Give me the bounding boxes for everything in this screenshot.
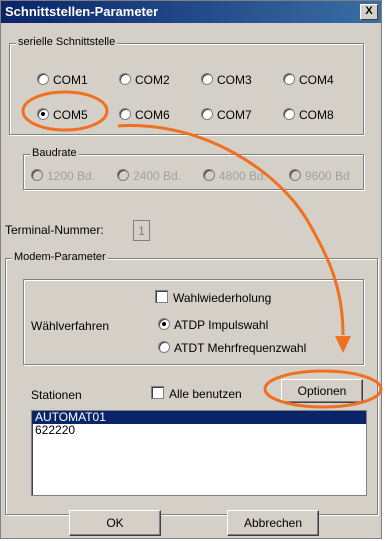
- checkbox-label: Alle benutzen: [169, 387, 242, 401]
- radio-baud-9600[interactable]: 9600 Bd: [289, 169, 350, 183]
- radio-label: ATDT Mehrfrequenzwahl: [174, 341, 307, 355]
- radio-indicator: [283, 73, 295, 85]
- radio-label: ATDP Impulswahl: [174, 318, 269, 332]
- radio-label: 9600 Bd: [305, 169, 350, 183]
- radio-com6[interactable]: COM6: [119, 108, 170, 122]
- baud-rate-group-label: Baudrate: [30, 147, 79, 159]
- cancel-button[interactable]: Abbrechen: [227, 510, 319, 536]
- radio-indicator: [283, 108, 295, 120]
- checkbox-label: Wahlwiederholung: [173, 291, 272, 305]
- radio-indicator: [117, 169, 129, 181]
- redial-checkbox[interactable]: Wahlwiederholung: [155, 290, 271, 305]
- radio-label: COM2: [135, 73, 170, 87]
- radio-indicator: [201, 73, 213, 85]
- radio-com8[interactable]: COM8: [283, 108, 334, 122]
- terminal-number-field[interactable]: 1: [133, 220, 150, 241]
- radio-indicator: [201, 108, 213, 120]
- radio-label: COM1: [53, 73, 88, 87]
- dialog-window: Schnittstellen-Parameter X serielle Schn…: [0, 0, 382, 539]
- radio-label: COM8: [299, 108, 334, 122]
- dial-method-label: Wählverfahren: [31, 319, 110, 333]
- serial-port-group-label: serielle Schnittstelle: [16, 36, 118, 48]
- radio-label: COM7: [217, 108, 252, 122]
- checkbox-indicator: [155, 290, 168, 303]
- radio-indicator: [203, 169, 215, 181]
- radio-com2[interactable]: COM2: [119, 73, 170, 87]
- radio-label: 1200 Bd.: [47, 169, 96, 183]
- radio-baud-2400[interactable]: 2400 Bd.: [117, 169, 181, 183]
- stations-label: Stationen: [31, 388, 82, 402]
- radio-pulse-dial[interactable]: ATDP Impulswahl: [158, 318, 268, 332]
- stations-listbox[interactable]: AUTOMAT01 622220: [31, 410, 367, 496]
- radio-indicator: [119, 73, 131, 85]
- ok-button[interactable]: OK: [69, 510, 161, 536]
- modem-parameter-group-label: Modem-Parameter: [12, 251, 108, 263]
- terminal-number-label: Terminal-Nummer:: [5, 223, 104, 237]
- options-button[interactable]: Optionen: [281, 379, 363, 403]
- radio-indicator: [158, 318, 170, 330]
- list-item[interactable]: AUTOMAT01: [32, 411, 366, 424]
- radio-com5[interactable]: COM5: [37, 108, 88, 122]
- radio-label: 4800 Bd.: [219, 169, 268, 183]
- radio-indicator: [289, 169, 301, 181]
- close-button[interactable]: X: [360, 4, 378, 20]
- use-all-checkbox[interactable]: Alle benutzen: [151, 386, 242, 401]
- radio-com1[interactable]: COM1: [37, 73, 88, 87]
- radio-label: COM4: [299, 73, 334, 87]
- radio-tone-dial[interactable]: ATDT Mehrfrequenzwahl: [158, 341, 306, 355]
- radio-com4[interactable]: COM4: [283, 73, 334, 87]
- radio-indicator: [37, 73, 49, 85]
- radio-com3[interactable]: COM3: [201, 73, 252, 87]
- radio-label: COM3: [217, 73, 252, 87]
- window-title: Schnittstellen-Parameter: [5, 4, 159, 19]
- radio-com7[interactable]: COM7: [201, 108, 252, 122]
- radio-baud-1200[interactable]: 1200 Bd.: [31, 169, 95, 183]
- radio-indicator: [158, 341, 170, 353]
- list-item[interactable]: 622220: [32, 424, 366, 437]
- radio-indicator: [37, 108, 49, 120]
- radio-baud-4800[interactable]: 4800 Bd.: [203, 169, 267, 183]
- radio-label: COM5: [53, 108, 88, 122]
- radio-label: 2400 Bd.: [133, 169, 182, 183]
- radio-indicator: [31, 169, 43, 181]
- radio-indicator: [119, 108, 131, 120]
- title-bar[interactable]: Schnittstellen-Parameter X: [1, 1, 381, 23]
- radio-label: COM6: [135, 108, 170, 122]
- checkbox-indicator: [151, 386, 164, 399]
